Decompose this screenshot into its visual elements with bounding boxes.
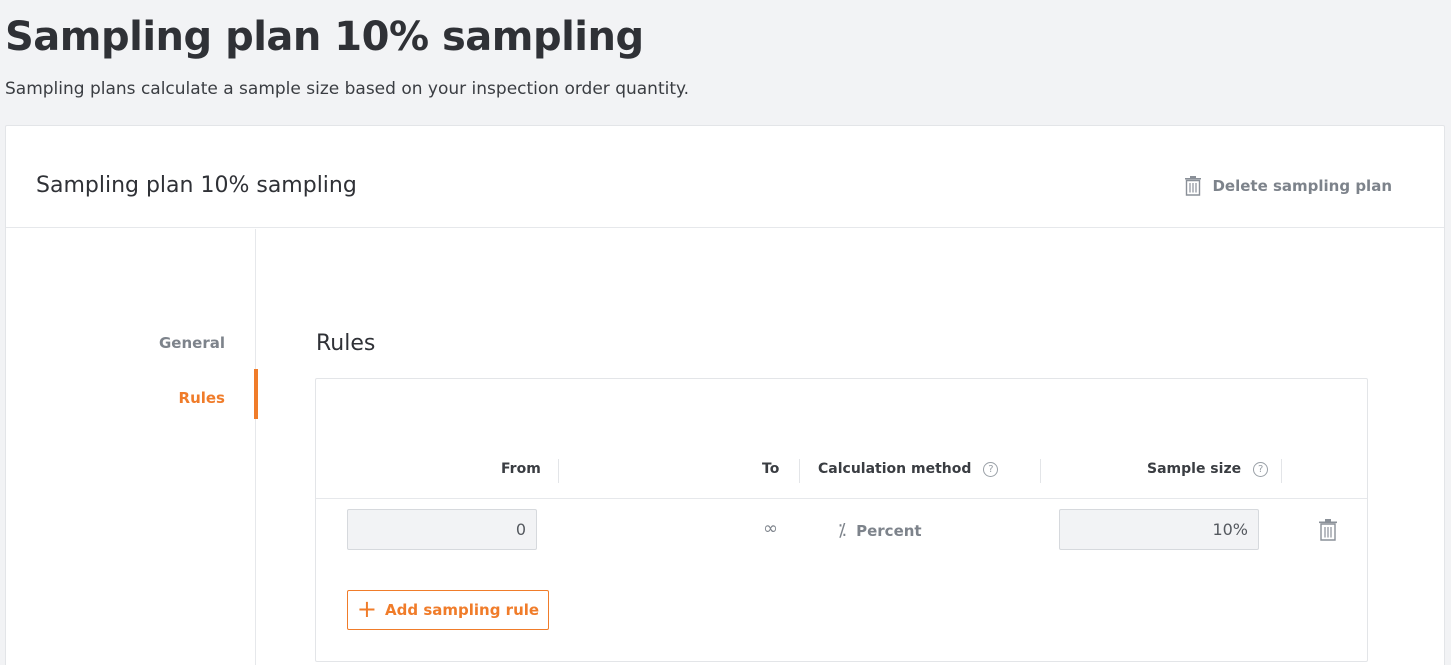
column-divider xyxy=(799,459,800,483)
add-sampling-rule-label: Add sampling rule xyxy=(385,601,540,619)
rules-section-title: Rules xyxy=(316,331,376,356)
column-divider xyxy=(1281,459,1282,483)
to-value: ∞ xyxy=(763,518,778,539)
delete-sampling-plan-button[interactable]: Delete sampling plan xyxy=(1184,176,1392,196)
calculation-method[interactable]: ⁒ Percent xyxy=(838,520,922,541)
percent-icon: ⁒ xyxy=(838,520,847,541)
rules-table-panel: From To Calculation method ? Sample size… xyxy=(315,378,1368,662)
table-header-divider xyxy=(316,498,1367,499)
column-method-label: Calculation method xyxy=(818,461,972,477)
page-title: Sampling plan 10% sampling xyxy=(5,14,644,60)
column-size-label: Sample size xyxy=(1147,461,1242,477)
add-sampling-rule-button[interactable]: + Add sampling rule xyxy=(347,590,549,630)
sample-size-input[interactable] xyxy=(1059,509,1259,550)
nav-item-general[interactable]: General xyxy=(159,334,225,352)
column-divider xyxy=(1040,459,1041,483)
column-divider xyxy=(558,459,559,483)
column-header-sample-size: Sample size ? xyxy=(1147,461,1269,477)
column-header-to: To xyxy=(762,461,779,477)
column-header-method: Calculation method ? xyxy=(818,461,999,477)
calculation-method-label: Percent xyxy=(856,521,922,540)
column-header-from: From xyxy=(501,461,541,477)
card-title: Sampling plan 10% sampling xyxy=(36,173,357,198)
nav-item-rules[interactable]: Rules xyxy=(179,389,225,407)
card-header: Sampling plan 10% sampling Delete sampli… xyxy=(6,126,1444,228)
delete-rule-button[interactable] xyxy=(1318,519,1338,545)
sampling-plan-card: Sampling plan 10% sampling Delete sampli… xyxy=(5,125,1445,665)
help-icon[interactable]: ? xyxy=(1253,461,1269,477)
delete-sampling-plan-label: Delete sampling plan xyxy=(1212,177,1392,195)
active-nav-indicator xyxy=(254,369,258,419)
help-icon[interactable]: ? xyxy=(983,461,999,477)
plus-icon: + xyxy=(356,595,378,623)
column-to-label: To xyxy=(762,461,780,477)
section-nav: General Rules xyxy=(6,229,258,665)
column-from-label: From xyxy=(501,461,541,477)
from-input[interactable] xyxy=(347,509,537,550)
trash-icon xyxy=(1185,176,1202,196)
trash-icon xyxy=(1319,519,1337,541)
page-subtitle: Sampling plans calculate a sample size b… xyxy=(5,79,690,99)
